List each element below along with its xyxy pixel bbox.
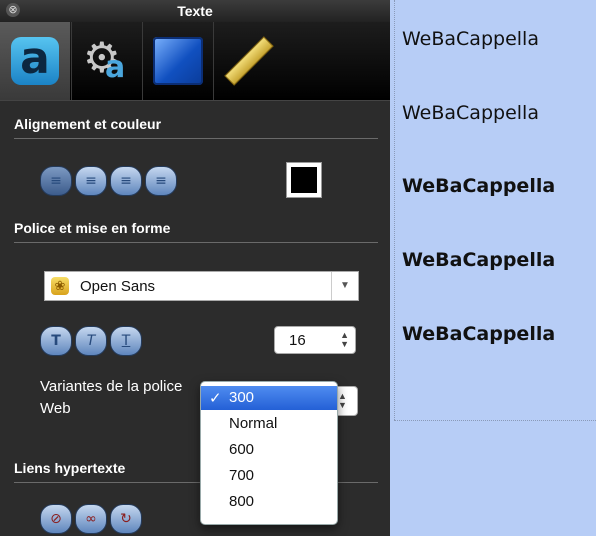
tab-text-settings[interactable]: ⚙ a [71, 22, 142, 100]
web-font-variants-label: Variantes de la police Web [40, 378, 183, 417]
bold-button[interactable]: T [40, 326, 72, 356]
tab-metrics[interactable] [213, 22, 284, 100]
link-add-icon: ∞ [85, 511, 97, 527]
title-bar: ⊗ Texte [0, 0, 390, 22]
chevron-down-icon: ▼ [340, 280, 350, 291]
italic-button[interactable]: T [75, 326, 107, 356]
remove-link-button[interactable]: ⊘ [40, 504, 72, 534]
text-a-icon: a [11, 37, 59, 85]
box-border-horizontal [394, 420, 596, 421]
align-left-button[interactable]: ≡ [40, 166, 72, 196]
text-bold-icon: T [51, 333, 61, 349]
link-buttons: ⊘ ∞ ↻ [40, 504, 145, 534]
link-refresh-icon: ↻ [120, 511, 132, 527]
blue-square-icon [153, 37, 203, 85]
variant-option[interactable]: 700 [201, 464, 337, 488]
font-folder-icon: ❀ [51, 277, 69, 295]
ruler-icon [224, 36, 274, 86]
section-font-title: Police et mise en forme [14, 220, 171, 236]
section-links-title: Liens hypertexte [14, 460, 126, 476]
page-canvas[interactable]: WeBaCappella WeBaCappella WeBaCappella W… [390, 0, 596, 536]
gear-icon: ⚙ a [83, 33, 126, 85]
underline-button[interactable]: T [110, 326, 142, 356]
align-center-icon: ≡ [85, 173, 97, 189]
section-alignment-title: Alignement et couleur [14, 116, 162, 132]
box-border-vertical [394, 0, 395, 420]
text-sample-normal[interactable]: WeBaCappella [402, 102, 539, 124]
align-right-icon: ≡ [155, 173, 167, 189]
checkmark-icon: ✓ [209, 389, 222, 407]
stepper-icon: ▲ ▼ [338, 391, 347, 410]
variant-option[interactable]: ✓ 300 [201, 386, 337, 410]
font-size-stepper[interactable]: ▲ ▼ [340, 331, 349, 349]
divider [14, 138, 378, 139]
align-right-button[interactable]: ≡ [145, 166, 177, 196]
divider [14, 242, 378, 243]
font-family-value: Open Sans [80, 278, 156, 295]
inspector-toolbar: a ⚙ a [0, 22, 390, 101]
refresh-link-button[interactable]: ↻ [110, 504, 142, 534]
variant-option[interactable]: 800 [201, 490, 337, 514]
align-justify-icon: ≡ [120, 173, 132, 189]
variant-option[interactable]: 600 [201, 438, 337, 462]
align-center-button[interactable]: ≡ [75, 166, 107, 196]
font-select-arrow[interactable]: ▼ [331, 272, 358, 300]
alignment-buttons: ≡ ≡ ≡ ≡ [40, 166, 180, 196]
font-size-value: 16 [289, 332, 306, 349]
tab-background[interactable] [142, 22, 213, 100]
text-italic-icon: T [86, 333, 96, 349]
text-inspector-panel: ⊗ Texte a ⚙ a Alignement et couleur ≡ ≡ … [0, 0, 390, 536]
text-sample-800[interactable]: WeBaCappella [402, 323, 555, 345]
align-left-icon: ≡ [50, 173, 62, 189]
text-color-well[interactable] [286, 162, 322, 198]
link-remove-icon: ⊘ [50, 511, 62, 527]
text-sample-300[interactable]: WeBaCappella [402, 28, 539, 50]
add-link-button[interactable]: ∞ [75, 504, 107, 534]
align-justify-button[interactable]: ≡ [110, 166, 142, 196]
font-style-buttons: T T T [40, 326, 145, 356]
web-font-variant-menu[interactable]: ✓ 300 Normal 600 700 800 [200, 381, 338, 525]
variant-option[interactable]: Normal [201, 412, 337, 436]
window-title: Texte [177, 3, 213, 19]
color-swatch [291, 167, 317, 193]
font-size-field[interactable]: 16 ▲ ▼ [274, 326, 356, 354]
text-sample-600[interactable]: WeBaCappella [402, 175, 555, 197]
text-underline-icon: T [121, 333, 131, 349]
tab-text[interactable]: a [0, 22, 70, 100]
font-family-select[interactable]: ❀ Open Sans ▼ [44, 271, 359, 301]
text-sample-700[interactable]: WeBaCappella [402, 249, 555, 271]
